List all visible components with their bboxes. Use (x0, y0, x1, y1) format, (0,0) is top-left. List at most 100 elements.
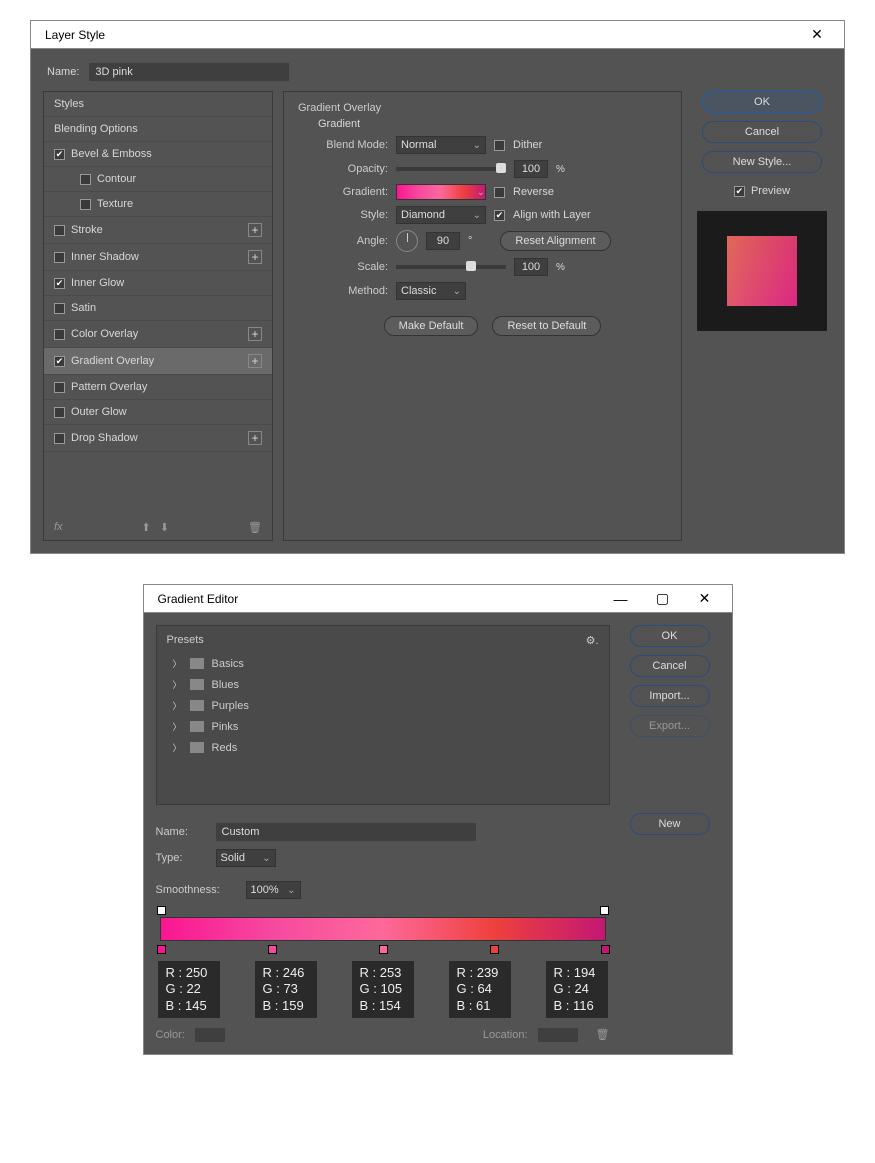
minimize-icon[interactable]: — (602, 587, 640, 611)
color-stop[interactable] (601, 945, 610, 954)
checkbox[interactable] (54, 329, 65, 340)
name-label: Name: (156, 826, 206, 838)
color-swatch[interactable] (195, 1028, 225, 1042)
style-item-pattern-overlay[interactable]: Pattern Overlay (44, 375, 272, 400)
blend-mode-select[interactable]: Normal (396, 136, 486, 154)
method-select[interactable]: Classic (396, 282, 466, 300)
gradient-swatch[interactable] (396, 184, 486, 200)
color-stop[interactable] (379, 945, 388, 954)
opacity-slider[interactable] (396, 167, 506, 171)
opacity-input[interactable] (514, 160, 548, 178)
style-item-inner-glow[interactable]: Inner Glow (44, 271, 272, 296)
chevron-right-icon: 〉 (173, 741, 182, 754)
reset-alignment-button[interactable]: Reset Alignment (500, 231, 610, 251)
checkbox[interactable] (54, 149, 65, 160)
arrow-down-icon[interactable]: ⬇ (160, 522, 169, 534)
checkbox[interactable] (80, 174, 91, 185)
cancel-button[interactable]: Cancel (702, 121, 822, 143)
new-style-button[interactable]: New Style... (702, 151, 822, 173)
close-icon[interactable]: ✕ (686, 587, 724, 611)
gear-icon[interactable]: ⚙. (586, 634, 599, 647)
opacity-stop[interactable] (600, 906, 609, 915)
checkbox[interactable] (54, 303, 65, 314)
checkbox[interactable] (54, 278, 65, 289)
style-name-input[interactable] (89, 63, 289, 81)
checkbox[interactable] (54, 225, 65, 236)
style-item-outer-glow[interactable]: Outer Glow (44, 400, 272, 425)
method-label: Method: (318, 285, 388, 297)
align-checkbox[interactable] (494, 210, 505, 221)
gradient-name-input[interactable] (216, 823, 476, 841)
add-icon[interactable]: + (248, 327, 262, 341)
gradient-style-select[interactable]: Diamond (396, 206, 486, 224)
style-item-label: Contour (97, 173, 136, 185)
style-item-satin[interactable]: Satin (44, 296, 272, 321)
style-item-color-overlay[interactable]: Color Overlay+ (44, 321, 272, 348)
folder-label: Pinks (212, 721, 239, 733)
reset-default-button[interactable]: Reset to Default (492, 316, 601, 336)
styles-list: Styles Blending Options Bevel & Emboss Co… (43, 91, 273, 541)
cancel-button[interactable]: Cancel (630, 655, 710, 677)
color-stop[interactable] (490, 945, 499, 954)
scale-slider[interactable] (396, 265, 506, 269)
type-select[interactable]: Solid (216, 849, 276, 867)
add-icon[interactable]: + (248, 250, 262, 264)
import-button[interactable]: Import... (630, 685, 710, 707)
close-icon[interactable]: ✕ (798, 23, 836, 47)
new-button[interactable]: New (630, 813, 710, 835)
angle-input[interactable] (426, 232, 460, 250)
style-item-inner-shadow[interactable]: Inner Shadow+ (44, 244, 272, 271)
maximize-icon[interactable]: ▢ (644, 587, 682, 611)
style-item-label: Gradient Overlay (71, 355, 154, 367)
preset-folder-blues[interactable]: 〉Blues (163, 674, 603, 695)
checkbox[interactable] (54, 252, 65, 263)
style-item-stroke[interactable]: Stroke+ (44, 217, 272, 244)
scale-input[interactable] (514, 258, 548, 276)
checkbox[interactable] (80, 199, 91, 210)
angle-dial[interactable] (396, 230, 418, 252)
color-stop[interactable] (157, 945, 166, 954)
smoothness-select[interactable]: 100% (246, 881, 301, 899)
opacity-stop[interactable] (157, 906, 166, 915)
checkbox[interactable] (54, 382, 65, 393)
window-title: Gradient Editor (152, 592, 239, 606)
presets-label: Presets (167, 634, 204, 647)
style-item-texture[interactable]: Texture (44, 192, 272, 217)
ok-button[interactable]: OK (630, 625, 710, 647)
panel-title: Gradient Overlay (298, 102, 667, 114)
style-item-label: Inner Glow (71, 277, 124, 289)
style-item-contour[interactable]: Contour (44, 167, 272, 192)
styles-header[interactable]: Styles (44, 92, 272, 117)
fx-icon[interactable]: fx (54, 521, 63, 534)
style-item-drop-shadow[interactable]: Drop Shadow+ (44, 425, 272, 452)
add-icon[interactable]: + (248, 223, 262, 237)
trash-icon[interactable]: 🗑 (248, 521, 262, 534)
checkbox[interactable] (54, 407, 65, 418)
location-input[interactable] (538, 1028, 578, 1042)
style-item-bevel-emboss[interactable]: Bevel & Emboss (44, 142, 272, 167)
style-item-gradient-overlay[interactable]: Gradient Overlay + (44, 348, 272, 375)
gradient-bar[interactable] (160, 917, 606, 941)
add-icon[interactable]: + (248, 431, 262, 445)
blending-options[interactable]: Blending Options (44, 117, 272, 142)
color-label: Color: (156, 1029, 185, 1041)
reverse-checkbox[interactable] (494, 187, 505, 198)
preset-folder-purples[interactable]: 〉Purples (163, 695, 603, 716)
align-label: Align with Layer (513, 209, 591, 221)
ok-button[interactable]: OK (702, 91, 822, 113)
window-title: Layer Style (39, 28, 105, 42)
checkbox[interactable] (54, 433, 65, 444)
preset-folder-pinks[interactable]: 〉Pinks (163, 716, 603, 737)
color-stop[interactable] (268, 945, 277, 954)
preview-checkbox[interactable] (734, 186, 745, 197)
dither-checkbox[interactable] (494, 140, 505, 151)
blend-mode-label: Blend Mode: (318, 139, 388, 151)
checkbox[interactable] (54, 356, 65, 367)
arrow-up-icon[interactable]: ⬆ (142, 522, 151, 534)
trash-icon[interactable]: 🗑 (596, 1028, 610, 1041)
preset-folder-basics[interactable]: 〉Basics (163, 653, 603, 674)
add-icon[interactable]: + (248, 354, 262, 368)
preset-folder-reds[interactable]: 〉Reds (163, 737, 603, 758)
folder-icon (190, 742, 204, 753)
make-default-button[interactable]: Make Default (384, 316, 479, 336)
